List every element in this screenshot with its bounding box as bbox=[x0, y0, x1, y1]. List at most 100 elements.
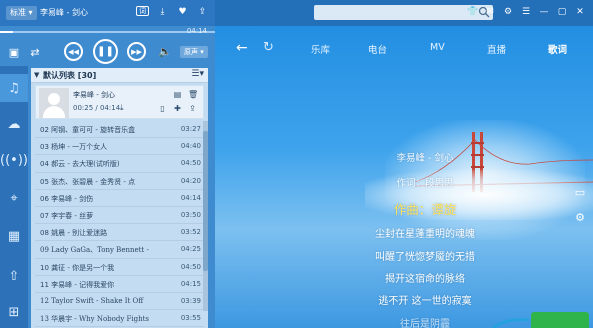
menu-icon[interactable]: ☰ bbox=[521, 6, 531, 18]
track-row[interactable]: 10 龚征 - 你是另一个我 04:50 bbox=[35, 259, 204, 276]
minimize-icon[interactable]: — bbox=[539, 6, 549, 18]
player-panel: 标准 ▾ 李易峰 - 剑心 词 ⤓ ♥ ⇪ 04:14 ▣ ⇄ ◀◀ ❚❚ ▶▶… bbox=[0, 0, 215, 328]
gear-icon[interactable]: ⚙ bbox=[573, 211, 587, 224]
playlist-panel: ▼ 默认列表 [30] ☰▾ 李易峰 - 剑心 00:25 / 04:14 ⤓ … bbox=[31, 68, 208, 328]
track-title: 02 阿钢、童可可 - 旋转音乐盒 bbox=[40, 126, 136, 134]
mini-mode-icon[interactable]: ▣ bbox=[6, 44, 22, 60]
track-duration: 04:50 bbox=[180, 159, 201, 168]
track-row[interactable]: 11 李易峰 - 记得我爱你 04:15 bbox=[35, 276, 204, 293]
track-title: 13 华晨宇 - Why Nobody Fights bbox=[40, 315, 150, 324]
watermark-badge bbox=[531, 312, 589, 328]
previous-button[interactable]: ◀◀ bbox=[64, 42, 83, 61]
row-actions-bottom: ▯ ✚ ⇪ bbox=[158, 104, 197, 114]
chevron-down-icon: ▾ bbox=[198, 48, 204, 56]
scroll-thumb[interactable] bbox=[203, 131, 208, 271]
playlist-header[interactable]: ▼ 默认列表 [30] ☰▾ bbox=[31, 68, 208, 83]
lyric-line: 作词：段思思 bbox=[396, 178, 454, 189]
heart-icon[interactable]: ♥ bbox=[176, 5, 189, 18]
track-row[interactable]: 07 李宇春 - 丝萝 03:50 bbox=[35, 207, 204, 225]
sound-effect-dropdown[interactable]: 原声 ▾ bbox=[180, 46, 208, 58]
skin-icon[interactable]: 👕 bbox=[467, 6, 478, 18]
share-icon[interactable]: ⇪ bbox=[196, 5, 209, 18]
track-row[interactable]: 04 郝云 - 去大理(试听版) 04:50 bbox=[35, 155, 204, 173]
lyric-line: 往后是阴霾 bbox=[400, 319, 450, 328]
lyric-line: 逃不开 这一世的寂寞 bbox=[378, 296, 472, 307]
music-note-icon[interactable]: ♫ bbox=[0, 74, 28, 102]
download-icon[interactable]: ⤓ bbox=[156, 5, 169, 18]
lyric-tools: ▭ ⚙ bbox=[573, 186, 587, 224]
player-top-bar: 标准 ▾ 李易峰 - 剑心 词 ⤓ ♥ ⇪ bbox=[0, 0, 215, 26]
track-row[interactable]: 06 李易峰 - 剑伤 04:14 bbox=[35, 190, 204, 207]
quality-label: 标准 bbox=[10, 8, 26, 17]
track-duration: 04:15 bbox=[180, 279, 201, 288]
phone-icon[interactable]: ▯ bbox=[158, 104, 167, 114]
pause-button[interactable]: ❚❚ bbox=[93, 39, 118, 64]
track-duration: 03:50 bbox=[180, 210, 201, 219]
track-duration: 04:20 bbox=[180, 176, 201, 185]
progress-fill bbox=[0, 31, 13, 33]
tab-radio[interactable]: 电台 bbox=[368, 42, 387, 56]
now-playing-name: 李易峰 - 剑心 bbox=[73, 91, 115, 99]
track-title: 08 姚晨 - 别让爱迷路 bbox=[40, 229, 108, 238]
playback-controls: ▣ ⇄ ◀◀ ❚❚ ▶▶ 🔈 原声 ▾ bbox=[0, 38, 215, 66]
lyric-line: 揭开这宿命的脉络 bbox=[385, 274, 465, 285]
track-row[interactable]: 08 姚晨 - 别让爱迷路 03:52 bbox=[35, 224, 204, 242]
nav-bar: ← ↻ 乐库 电台 MV 直播 歌词 bbox=[215, 38, 593, 60]
lyric-line: 李易峰 - 剑心 bbox=[396, 153, 454, 164]
tab-mv[interactable]: MV bbox=[430, 42, 445, 53]
track-title: 10 龚征 - 你是另一个我 bbox=[40, 263, 115, 272]
scrollbar[interactable] bbox=[203, 121, 208, 311]
track-duration: 03:27 bbox=[180, 125, 201, 133]
share-icon[interactable]: ⇪ bbox=[188, 104, 197, 114]
track-duration: 04:50 bbox=[180, 262, 201, 271]
track-title: 05 张杰、张碧晨 - 金秀贤 - 点 bbox=[40, 177, 136, 186]
track-list: 02 阿钢、童可可 - 旋转音乐盒 03:27 03 杨坤 - 一万个女人 04:40… bbox=[35, 121, 204, 328]
back-arrow-icon[interactable]: ← bbox=[236, 40, 248, 56]
shuffle-icon[interactable]: ⇄ bbox=[27, 44, 43, 60]
track-row[interactable]: 03 杨坤 - 一万个女人 04:40 bbox=[35, 138, 204, 156]
refresh-icon[interactable]: ↻ bbox=[263, 40, 274, 55]
current-lyric-line: 作曲：谭旋 bbox=[393, 202, 457, 217]
desktop-lyric-icon[interactable]: 词 bbox=[136, 6, 149, 16]
track-title: 06 李易峰 - 剑伤 bbox=[40, 194, 94, 203]
settings-icon[interactable]: ⚙ bbox=[503, 6, 513, 18]
close-icon[interactable]: ✕ bbox=[575, 6, 585, 18]
now-playing-row[interactable]: 李易峰 - 剑心 00:25 / 04:14 ⤓ ▤ 🗑 ▯ ✚ ⇪ bbox=[35, 85, 204, 119]
add-icon[interactable]: ✚ bbox=[173, 104, 182, 114]
tab-library[interactable]: 乐库 bbox=[311, 42, 330, 56]
tab-lyrics[interactable]: 歌词 bbox=[548, 42, 567, 56]
delete-icon[interactable]: 🗑 bbox=[188, 90, 198, 100]
track-row[interactable]: 02 阿钢、童可可 - 旋转音乐盒 03:27 bbox=[35, 121, 204, 139]
track-row[interactable]: 13 华晨宇 - Why Nobody Fights 03:55 bbox=[35, 310, 204, 328]
track-duration: 04:25 bbox=[180, 245, 201, 254]
playlist-menu-icon[interactable]: ☰▾ bbox=[191, 69, 204, 79]
maximize-icon[interactable]: ▢ bbox=[557, 6, 567, 18]
track-row[interactable]: 05 张杰、张碧晨 - 金秀贤 - 点 04:20 bbox=[35, 173, 204, 190]
progress-bar[interactable]: 04:14 bbox=[0, 26, 215, 38]
calendar-icon[interactable]: ▦ bbox=[0, 222, 28, 250]
mv-icon[interactable]: ▤ bbox=[173, 90, 182, 100]
message-icon[interactable]: ✉ bbox=[485, 6, 495, 18]
effect-label: 原声 bbox=[184, 48, 198, 56]
now-playing-title: 李易峰 - 剑心 bbox=[40, 8, 88, 17]
collapse-triangle-icon[interactable]: ▼ bbox=[34, 71, 39, 79]
track-title: 03 杨坤 - 一万个女人 bbox=[40, 143, 108, 152]
lyric-line: 叫醒了恍惚梦魇的无措 bbox=[375, 252, 475, 263]
tab-live[interactable]: 直播 bbox=[487, 42, 506, 56]
download-icon[interactable]: ⤓ bbox=[120, 103, 124, 113]
apps-icon[interactable]: ⊞ bbox=[0, 298, 28, 326]
track-title: 11 李易峰 - 记得我爱你 bbox=[40, 280, 115, 289]
location-icon[interactable]: ⌖ bbox=[0, 184, 28, 212]
track-row[interactable]: 09 Lady GaGa、Tony Bennett - 04:25 bbox=[35, 241, 204, 259]
track-title: 12 Taylor Swift - Shake It Off bbox=[40, 296, 144, 305]
volume-icon[interactable]: 🔈 bbox=[158, 45, 172, 58]
track-title: 07 李宇春 - 丝萝 bbox=[40, 211, 94, 220]
track-row[interactable]: 12 Taylor Swift - Shake It Off 03:39 bbox=[35, 293, 204, 311]
cloud-icon[interactable]: ☁ bbox=[0, 110, 28, 138]
next-button[interactable]: ▶▶ bbox=[127, 42, 146, 61]
upload-icon[interactable]: ⇧ bbox=[0, 262, 28, 290]
radio-icon[interactable]: ((•)) bbox=[0, 146, 28, 174]
quality-dropdown[interactable]: 标准 ▾ bbox=[6, 6, 37, 20]
lyric-line: 尘封在星蓬重明的魂魄 bbox=[375, 229, 475, 240]
screen-cast-icon[interactable]: ▭ bbox=[573, 186, 587, 199]
